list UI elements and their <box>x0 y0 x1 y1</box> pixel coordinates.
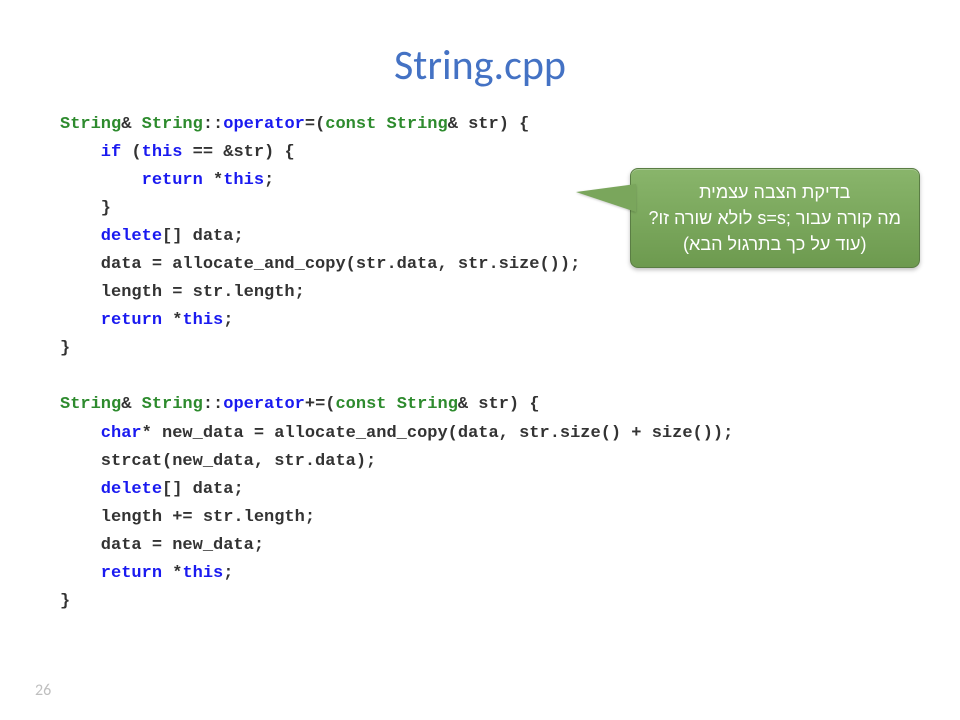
code-token: const String <box>325 115 447 134</box>
slide-number: 26 <box>35 681 51 700</box>
code-token: this <box>142 143 183 162</box>
callout-line: (עוד על כך בתרגול הבא) <box>649 231 901 257</box>
code-token: & <box>121 395 141 414</box>
code-token: length = str.length; <box>60 283 305 302</box>
code-token: } <box>60 592 70 611</box>
code-token: String <box>60 115 121 134</box>
code-token: this <box>223 171 264 190</box>
code-token: [] data; <box>162 480 244 499</box>
slide-title: String.cpp <box>60 40 900 91</box>
code-token: char <box>60 424 142 443</box>
code-token: operator <box>223 395 305 414</box>
code-token: ( <box>121 143 141 162</box>
code-token: length += str.length; <box>60 508 315 527</box>
code-token: operator <box>223 115 305 134</box>
code-token: this <box>182 311 223 330</box>
code-token: String <box>142 115 203 134</box>
code-token: data = allocate_and_copy(str.data, str.s… <box>60 255 580 274</box>
code-token: * <box>203 171 223 190</box>
code-token: delete <box>60 480 162 499</box>
callout-box: בדיקת הצבה עצמית מה קורה עבור ;s=s לולא … <box>630 168 920 268</box>
code-token: & str) { <box>448 115 530 134</box>
callout-pointer-icon <box>576 184 636 212</box>
code-token: =( <box>305 115 325 134</box>
code-token: String <box>142 395 203 414</box>
code-token: * <box>162 311 182 330</box>
code-token: String <box>60 395 121 414</box>
code-token: & str) { <box>458 395 540 414</box>
callout-line: בדיקת הצבה עצמית <box>649 179 901 205</box>
code-token: * <box>162 564 182 583</box>
code-token: data = new_data; <box>60 536 264 555</box>
code-token: & <box>121 115 141 134</box>
code-token: +=( <box>305 395 336 414</box>
code-token: ; <box>264 171 274 190</box>
slide: String.cpp String& String::operator=(con… <box>0 0 960 720</box>
code-token: :: <box>203 395 223 414</box>
code-token: return <box>60 564 162 583</box>
code-token: ; <box>223 311 233 330</box>
code-token: delete <box>60 227 162 246</box>
code-token: == &str) { <box>182 143 294 162</box>
code-token: :: <box>203 115 223 134</box>
code-token: this <box>182 564 223 583</box>
code-token: } <box>60 199 111 218</box>
code-token: return <box>60 171 203 190</box>
code-token: } <box>60 339 70 358</box>
code-token: * new_data = allocate_and_copy(data, str… <box>142 424 734 443</box>
callout-line: מה קורה עבור ;s=s לולא שורה זו? <box>649 205 901 231</box>
code-token: return <box>60 311 162 330</box>
code-token: [] data; <box>162 227 244 246</box>
code-token: if <box>60 143 121 162</box>
code-token: ; <box>223 564 233 583</box>
code-token: const String <box>335 395 457 414</box>
code-token: strcat(new_data, str.data); <box>60 452 376 471</box>
callout-container: בדיקת הצבה עצמית מה קורה עבור ;s=s לולא … <box>630 168 920 268</box>
